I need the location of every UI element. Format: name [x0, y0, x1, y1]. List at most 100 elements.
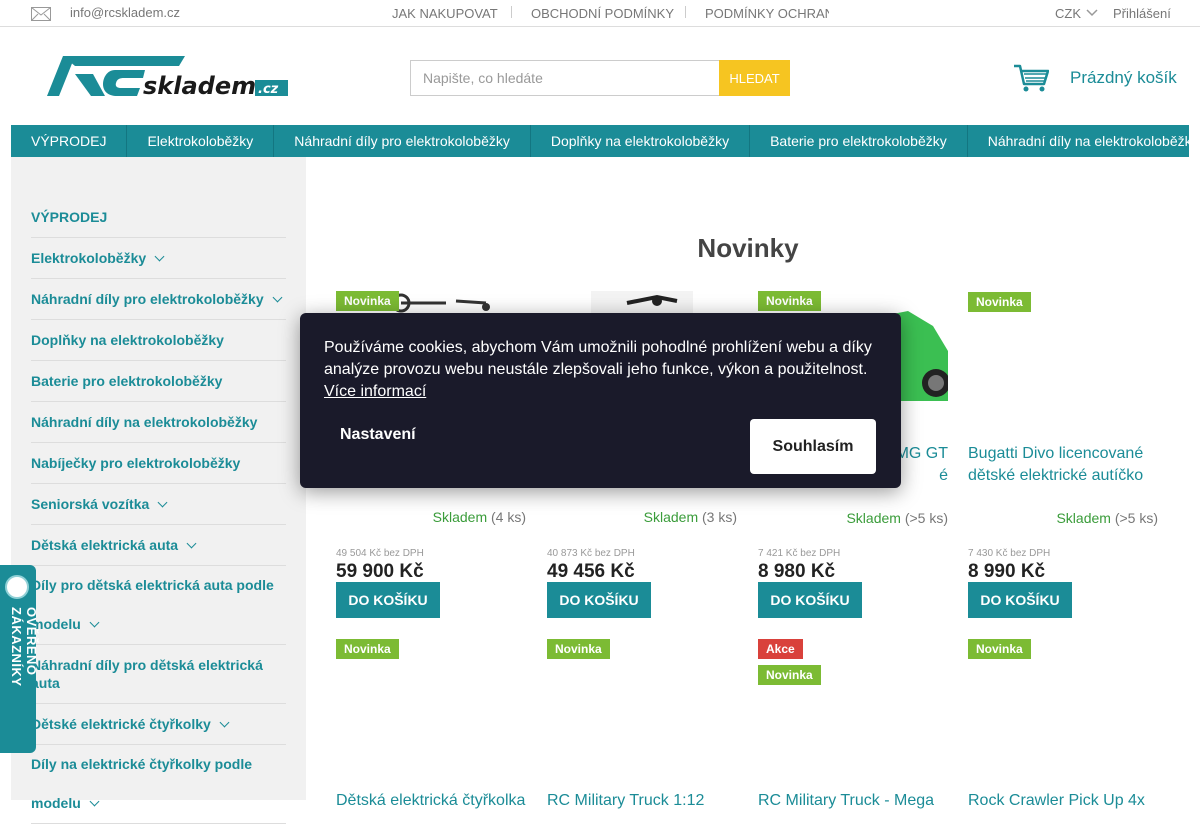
- stock-count: (4 ks): [491, 509, 526, 525]
- nav-item-sale[interactable]: VÝPRODEJ: [11, 125, 128, 157]
- svg-text:.cz: .cz: [258, 82, 279, 97]
- stock-label: Skladem: [432, 509, 488, 525]
- stock-count: (>5 ks): [904, 510, 948, 526]
- add-to-cart-button[interactable]: DO KOŠÍKU: [968, 582, 1072, 618]
- email-link[interactable]: info@rcskladem.cz: [70, 5, 180, 20]
- sidebar-item-scooter-spare-parts[interactable]: Náhradní díly na elektrokoloběžky: [31, 402, 286, 443]
- stock-count: (3 ks): [702, 509, 737, 525]
- sidebar-item-kids-quads[interactable]: Dětské elektrické čtyřkolky: [31, 704, 286, 745]
- product-card[interactable]: Novinka Dětská elektrická čtyřkolka: [336, 639, 526, 809]
- sidebar-item-label: Náhradní díly pro elektrokoloběžky: [31, 291, 264, 307]
- sidebar-item-scooter-accessories[interactable]: Doplňky na elektrokoloběžky: [31, 320, 286, 361]
- sidebar-item-label: Nabíječky pro elektrokoloběžky: [31, 455, 241, 471]
- cookie-settings-button[interactable]: Nastavení: [340, 426, 416, 444]
- sidebar-item-senior-vehicles[interactable]: Seniorská vozítka: [31, 484, 286, 525]
- top-bar: info@rcskladem.cz JAK NAKUPOVAT OBCHODNÍ…: [0, 0, 1200, 27]
- price: 8 990 Kč: [968, 561, 1046, 582]
- product-card[interactable]: Novinka Rock Crawler Pick Up 4x: [968, 639, 1158, 809]
- sidebar-item-kids-cars[interactable]: Dětská elektrická auta: [31, 525, 286, 566]
- sidebar-item-label: Díly pro dětská elektrická auta podle mo…: [31, 577, 274, 632]
- sidebar-item-label: Dětská elektrická auta: [31, 537, 179, 553]
- login-link[interactable]: Přihlášení: [1113, 6, 1171, 21]
- chevron-down-icon[interactable]: [157, 497, 168, 508]
- sidebar-item-label: Elektrokoloběžky: [31, 250, 147, 266]
- stock-label: Skladem: [643, 509, 699, 525]
- topbar-link-how-to-buy[interactable]: JAK NAKUPOVAT: [392, 6, 498, 21]
- nav-item-scooters[interactable]: Elektrokoloběžky: [127, 125, 275, 157]
- tag-new: Novinka: [336, 291, 399, 311]
- nav-item-scooter-batteries[interactable]: Baterie pro elektrokoloběžky: [750, 125, 968, 157]
- mail-icon: [31, 7, 51, 21]
- sidebar-item-kids-car-spare-parts[interactable]: Náhradní díly pro dětská elektrická auta: [31, 645, 286, 704]
- sidebar-item-label: Náhradní díly na elektrokoloběžky: [31, 414, 258, 430]
- product-card[interactable]: Novinka RC Military Truck 1:12: [547, 639, 737, 809]
- sidebar-item-label: Náhradní díly pro dětská elektrická auta: [31, 657, 263, 691]
- cookie-accept-button[interactable]: Souhlasím: [750, 419, 876, 474]
- chevron-down-icon[interactable]: [89, 617, 100, 628]
- more-info-link[interactable]: Více informací: [324, 383, 426, 400]
- sidebar-item-label: Seniorská vozítka: [31, 496, 150, 512]
- product-name[interactable]: RC Military Truck 1:12: [547, 790, 737, 812]
- currency-select[interactable]: CZK: [1055, 6, 1081, 21]
- sidebar-item-label: Baterie pro elektrokoloběžky: [31, 373, 223, 389]
- sidebar-item-scooter-parts[interactable]: Náhradní díly pro elektrokoloběžky: [31, 279, 286, 320]
- chevron-down-icon[interactable]: [1086, 9, 1098, 17]
- sidebar-item-quad-parts-by-model[interactable]: Díly na elektrické čtyřkolky podle model…: [31, 745, 286, 824]
- product-name[interactable]: Dětská elektrická čtyřkolka: [336, 790, 526, 812]
- stock-label: Skladem: [1056, 510, 1111, 526]
- nav-item-scooter-parts[interactable]: Náhradní díly pro elektrokoloběžky: [274, 125, 531, 157]
- product-card[interactable]: Novinka Bugatti Divo licencované dětské …: [968, 291, 1158, 621]
- tag-new: Novinka: [547, 639, 610, 659]
- sidebar-item-scooter-batteries[interactable]: Baterie pro elektrokoloběžky: [31, 361, 286, 402]
- nav-item-scooter-spare-parts[interactable]: Náhradní díly na elektrokoloběžky: [968, 125, 1189, 157]
- chevron-down-icon[interactable]: [272, 292, 283, 303]
- product-name[interactable]: Rock Crawler Pick Up 4x: [968, 790, 1158, 812]
- price: 8 980 Kč: [758, 561, 836, 582]
- stock-count: (>5 ks): [1114, 510, 1158, 526]
- chevron-down-icon[interactable]: [89, 796, 100, 807]
- sidebar-item-scooters[interactable]: Elektrokoloběžky: [31, 238, 286, 279]
- sidebar-item-label: Dětské elektrické čtyřkolky: [31, 716, 211, 732]
- section-title: Novinky: [697, 233, 799, 263]
- search-input[interactable]: [410, 60, 720, 96]
- stock-status: Skladem (>5 ks): [846, 510, 948, 526]
- search-button[interactable]: HLEDAT: [719, 60, 790, 96]
- product-card[interactable]: Akce Novinka RC Military Truck - Mega: [758, 639, 948, 809]
- product-name[interactable]: RC Military Truck - Mega: [758, 790, 948, 812]
- chevron-down-icon[interactable]: [219, 717, 230, 728]
- add-to-cart-button[interactable]: DO KOŠÍKU: [336, 582, 440, 618]
- tag-new: Novinka: [968, 639, 1031, 659]
- divider: [685, 6, 686, 18]
- sidebar-item-sale[interactable]: VÝPRODEJ: [31, 197, 286, 238]
- price-without-vat: 7 421 Kč bez DPH: [758, 548, 841, 559]
- cart-label[interactable]: Prázdný košík: [1070, 68, 1177, 88]
- cart-icon[interactable]: [1013, 63, 1049, 93]
- tag-new: Novinka: [968, 292, 1031, 312]
- stock-status: Skladem (4 ks): [433, 509, 526, 525]
- cookie-message: Používáme cookies, abychom Vám umožnili …: [324, 337, 884, 403]
- price: 49 456 Kč: [547, 561, 635, 582]
- tag-new: Novinka: [758, 291, 821, 311]
- verified-customers-badge[interactable]: OVĚŘENO ZÁKAZNÍKY: [0, 565, 39, 753]
- price-without-vat: 40 873 Kč bez DPH: [547, 548, 635, 559]
- nav-item-scooter-accessories[interactable]: Doplňky na elektrokoloběžky: [531, 125, 751, 157]
- sidebar-item-chargers[interactable]: Nabíječky pro elektrokoloběžky: [31, 443, 286, 484]
- cookie-banner: Používáme cookies, abychom Vám umožnili …: [300, 313, 901, 488]
- add-to-cart-button[interactable]: DO KOŠÍKU: [758, 582, 862, 618]
- chevron-down-icon[interactable]: [186, 538, 197, 549]
- price-without-vat: 49 504 Kč bez DPH: [336, 548, 424, 559]
- add-to-cart-button[interactable]: DO KOŠÍKU: [547, 582, 651, 618]
- sidebar-item-label: Díly na elektrické čtyřkolky podle model…: [31, 756, 252, 811]
- site-logo[interactable]: skladem .cz: [45, 52, 290, 100]
- price: 59 900 Kč: [336, 561, 424, 582]
- svg-text:skladem: skladem: [143, 72, 256, 100]
- topbar-link-terms[interactable]: OBCHODNÍ PODMÍNKY: [531, 6, 674, 21]
- sidebar-item-kids-car-parts-by-model[interactable]: Díly pro dětská elektrická auta podle mo…: [31, 566, 286, 645]
- tag-sale: Akce: [758, 639, 803, 659]
- sidebar: VÝPRODEJ Elektrokoloběžky Náhradní díly …: [11, 157, 306, 824]
- chevron-down-icon[interactable]: [154, 251, 165, 262]
- product-name[interactable]: Bugatti Divo licencované dětské elektric…: [968, 443, 1158, 487]
- seal-icon: [5, 575, 29, 599]
- topbar-link-privacy[interactable]: PODMÍNKY OCHRANY: [705, 6, 829, 21]
- sidebar-item-label: Doplňky na elektrokoloběžky: [31, 332, 224, 348]
